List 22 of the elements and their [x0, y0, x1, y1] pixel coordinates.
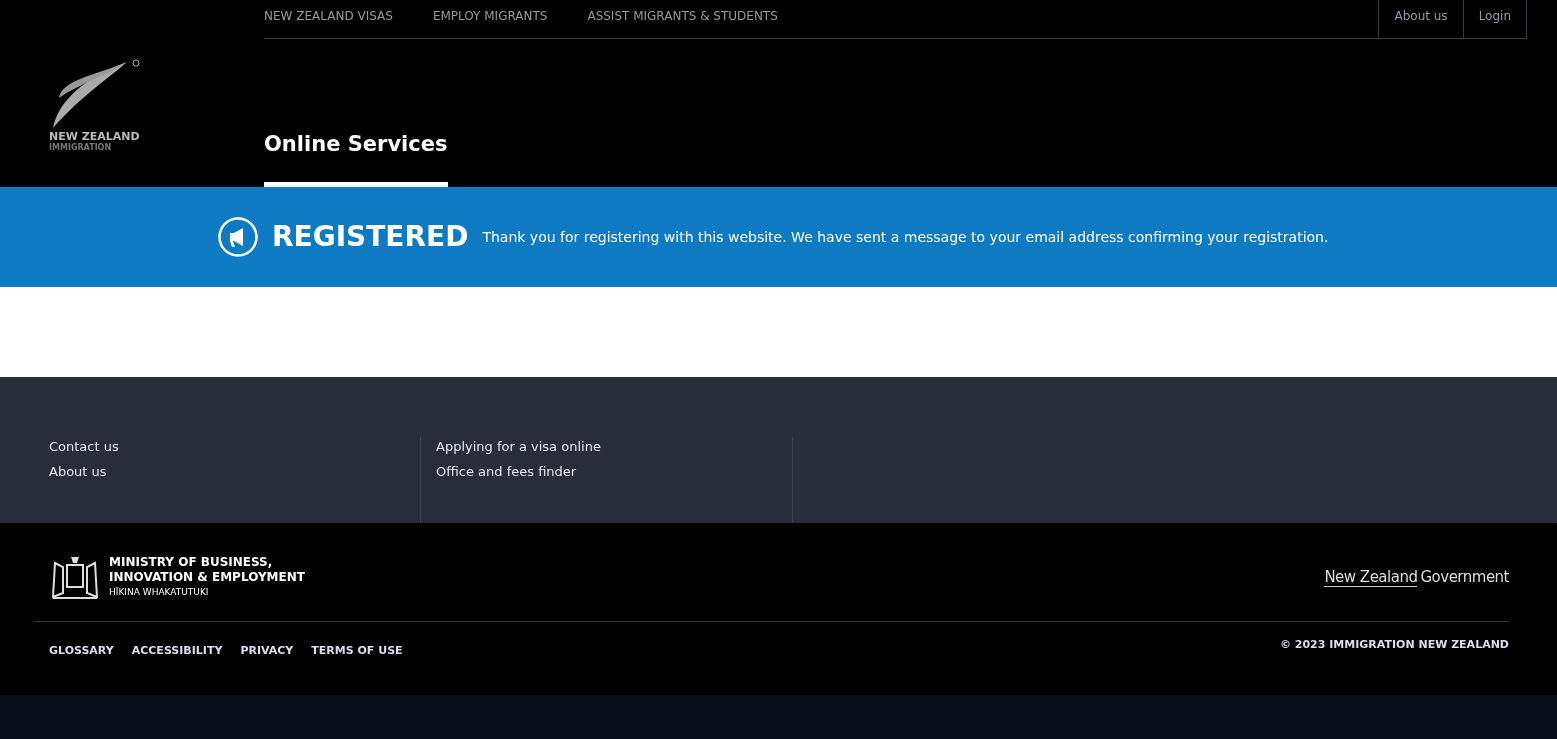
footer-link[interactable]: Office and fees finder — [436, 462, 792, 481]
logo-subtext: IMMIGRATION — [49, 143, 113, 153]
footer-link[interactable]: TERMS OF USE — [311, 644, 403, 657]
nav-link[interactable]: ASSIST MIGRANTS & STUDENTS — [587, 0, 778, 38]
footer-link[interactable]: Applying for a visa online — [436, 437, 792, 456]
nav-link[interactable]: NEW ZEALAND VISAS — [264, 0, 393, 38]
banner-title: REGISTERED — [272, 220, 469, 254]
nav-link[interactable]: Login — [1462, 0, 1527, 38]
megaphone-icon — [218, 217, 258, 257]
footer-link[interactable]: ACCESSIBILITY — [131, 644, 223, 657]
nav-link[interactable]: EMPLOY MIGRANTS — [432, 0, 548, 38]
logo-text: NEW ZEALAND — [49, 130, 141, 143]
footer-link[interactable]: About us — [49, 462, 420, 481]
copyright: © 2023 IMMIGRATION NEW ZEALAND — [1279, 637, 1509, 653]
nav-link[interactable]: About us — [1378, 0, 1463, 38]
ministry-subtitle: HĪKINA WHAKATUTUKI — [109, 585, 210, 599]
banner-message: Thank you for registering with this website. We have sent a message to your email address confirming your registration. — [482, 227, 1329, 247]
ministry-name: MINISTRY OF BUSINESS, INNOVATION & EMPLOYMENT — [109, 554, 305, 585]
footer-link[interactable]: GLOSSARY — [49, 644, 114, 657]
footer-link[interactable]: PRIVACY — [240, 644, 294, 657]
footer-link[interactable]: Contact us — [49, 437, 420, 456]
government-logo-text: New Zealand Government — [1324, 566, 1509, 589]
